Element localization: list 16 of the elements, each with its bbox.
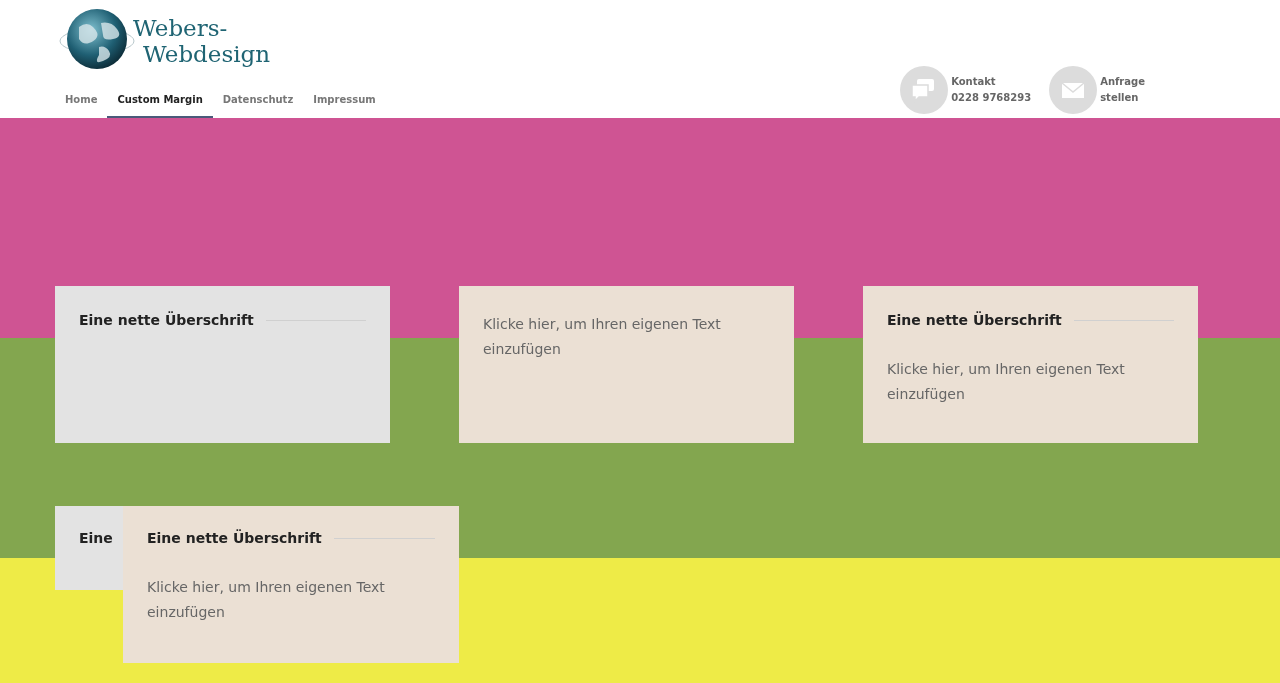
- card-heading: Eine nette Überschrift: [887, 310, 1062, 330]
- logo-text: Webers-: [133, 15, 229, 41]
- contact-link[interactable]: Kontakt 0228 9768293: [900, 66, 1032, 114]
- mail-icon: [1049, 66, 1098, 114]
- card-text: Klicke hier, um Ihren eigenen Text einzufügen: [887, 360, 1126, 404]
- chat-icon: [900, 66, 949, 114]
- card-heading: Eine nette Überschrift: [79, 310, 254, 330]
- nav-link[interactable]: Home: [55, 82, 108, 118]
- nav-link[interactable]: Impressum: [303, 82, 386, 118]
- logo-text: Webdesign: [142, 41, 271, 67]
- card-text: Klicke hier, um Ihren eigenen Text einzufügen: [483, 315, 722, 359]
- card-heading: Eine: [79, 529, 113, 548]
- contact-link[interactable]: Anfrage stellen: [1049, 66, 1145, 114]
- nav-link[interactable]: Datenschutz: [212, 82, 304, 118]
- card-text: Klicke hier, um Ihren eigenen Text einzufügen: [147, 578, 386, 622]
- card-heading: Eine nette Überschrift: [147, 528, 322, 548]
